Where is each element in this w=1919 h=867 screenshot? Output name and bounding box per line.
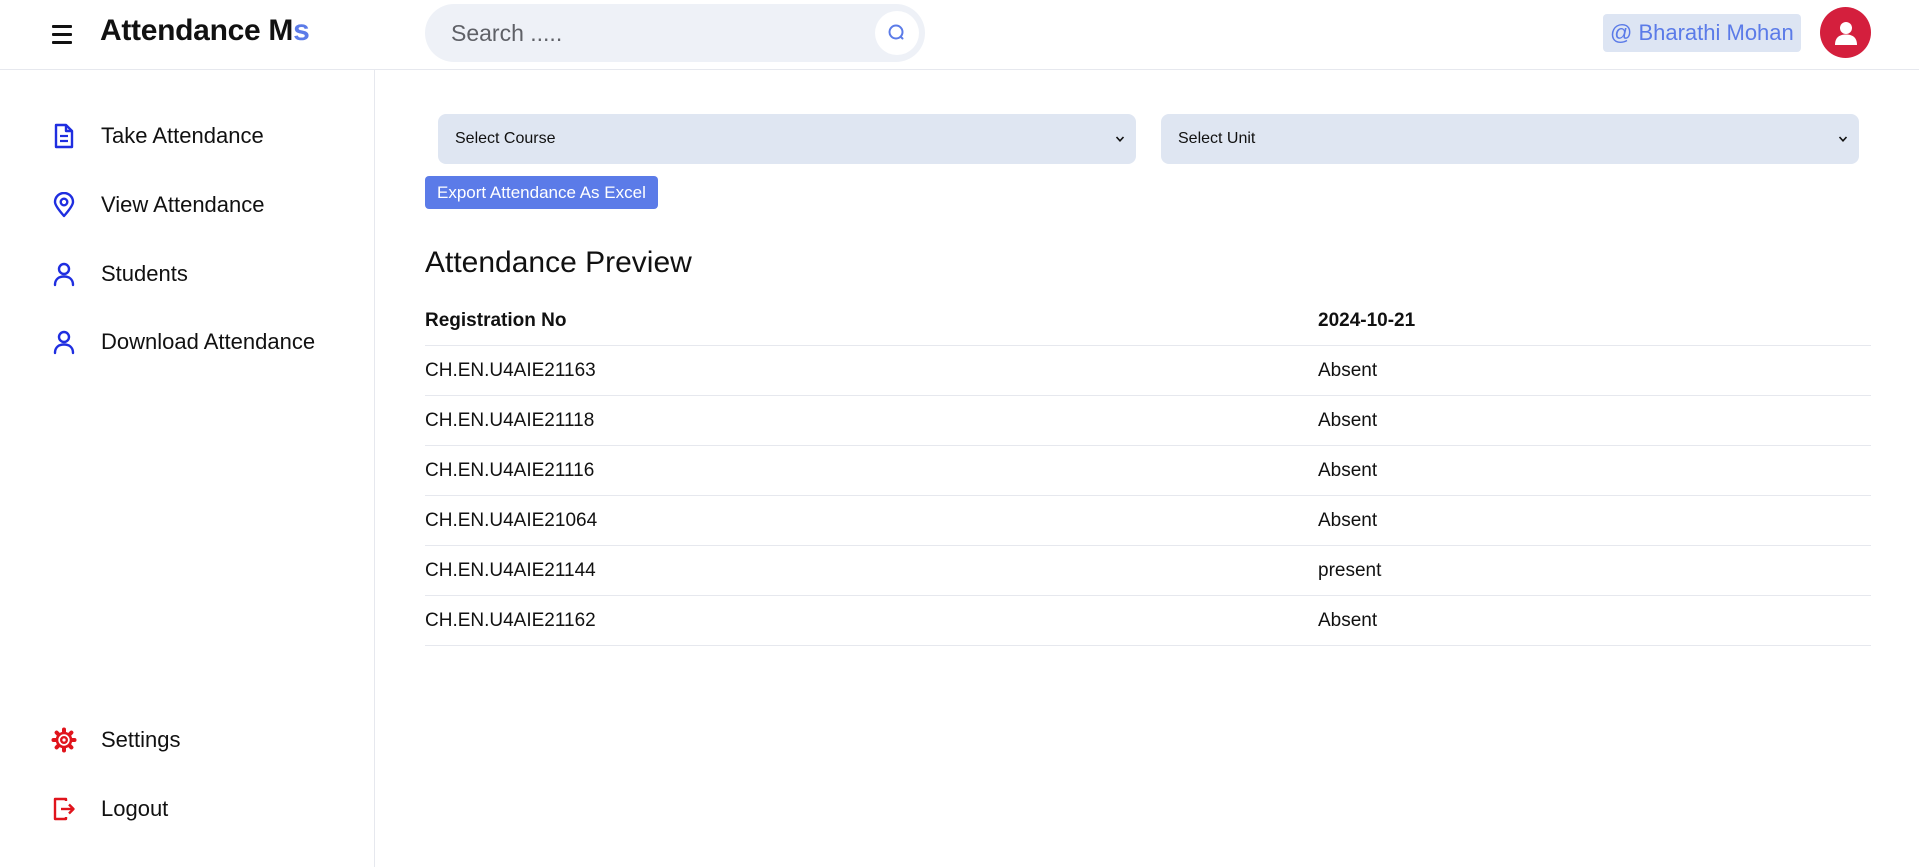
table-row: CH.EN.U4AIE21118 Absent [425,396,1871,446]
app-title-accent: s [293,14,310,47]
attendance-status: Absent [1318,410,1378,431]
sidebar: Take Attendance View Attendance Students [0,70,375,867]
location-pin-icon [48,189,80,221]
attendance-table: Registration No 2024-10-21 CH.EN.U4AIE21… [425,296,1871,646]
table-header-row: Registration No 2024-10-21 [425,296,1871,346]
registration-number: CH.EN.U4AIE21118 [425,410,595,431]
registration-number: CH.EN.U4AIE21116 [425,460,595,481]
username-badge[interactable]: @ Bharathi Mohan [1603,14,1801,52]
chevron-down-icon [1838,136,1848,142]
attendance-status: Absent [1318,460,1378,481]
unit-select-value: Select Unit [1178,130,1256,147]
document-icon [48,120,80,152]
column-header-registration: Registration No [425,310,567,331]
registration-number: CH.EN.U4AIE21163 [425,360,596,381]
table-row: CH.EN.U4AIE21144 present [425,546,1871,596]
user-icon [48,258,80,290]
user-icon [48,326,80,358]
gear-icon [48,724,80,756]
attendance-status: Absent [1318,510,1378,531]
sidebar-item-download-attendance[interactable]: Download Attendance [48,322,315,362]
logout-icon [48,793,80,825]
sidebar-item-view-attendance[interactable]: View Attendance [48,185,265,225]
top-header: Attendance Ms @ Bharathi Mohan [0,0,1919,70]
user-avatar-icon [1834,21,1857,45]
registration-number: CH.EN.U4AIE21064 [425,510,598,531]
table-row: CH.EN.U4AIE21162 Absent [425,596,1871,646]
sidebar-item-logout[interactable]: Logout [48,789,168,829]
app-title-main: Attendance M [100,14,294,47]
avatar[interactable] [1820,7,1871,58]
course-select[interactable]: Select Course [438,114,1136,164]
unit-select[interactable]: Select Unit [1161,114,1859,164]
sidebar-item-label: Students [101,261,188,286]
sidebar-item-label: Take Attendance [101,123,264,148]
column-header-date: 2024-10-21 [1318,310,1416,331]
export-excel-button[interactable]: Export Attendance As Excel [425,176,658,209]
main-content: Select Course Select Unit Export Attenda… [376,70,1919,867]
table-row: CH.EN.U4AIE21116 Absent [425,446,1871,496]
page-title: Attendance Preview [425,246,692,279]
hamburger-menu-icon[interactable] [48,22,78,48]
attendance-status: Absent [1318,360,1378,381]
sidebar-item-take-attendance[interactable]: Take Attendance [48,116,264,156]
attendance-status: present [1318,560,1382,581]
search-button[interactable] [875,11,919,55]
chevron-down-icon [1115,136,1125,142]
sidebar-item-students[interactable]: Students [48,254,188,294]
course-select-value: Select Course [455,130,556,147]
app-title: Attendance Ms [100,14,310,48]
sidebar-item-label: Logout [101,796,169,821]
search-icon [888,24,904,40]
attendance-status: Absent [1318,610,1378,631]
table-row: CH.EN.U4AIE21163 Absent [425,346,1871,396]
sidebar-item-settings[interactable]: Settings [48,720,181,760]
sidebar-item-label: Download Attendance [101,329,316,354]
table-row: CH.EN.U4AIE21064 Absent [425,496,1871,546]
search-bar [425,4,925,62]
registration-number: CH.EN.U4AIE21144 [425,560,596,581]
search-input[interactable] [449,12,849,54]
sidebar-item-label: View Attendance [101,192,265,217]
sidebar-item-label: Settings [101,727,181,752]
registration-number: CH.EN.U4AIE21162 [425,610,596,631]
